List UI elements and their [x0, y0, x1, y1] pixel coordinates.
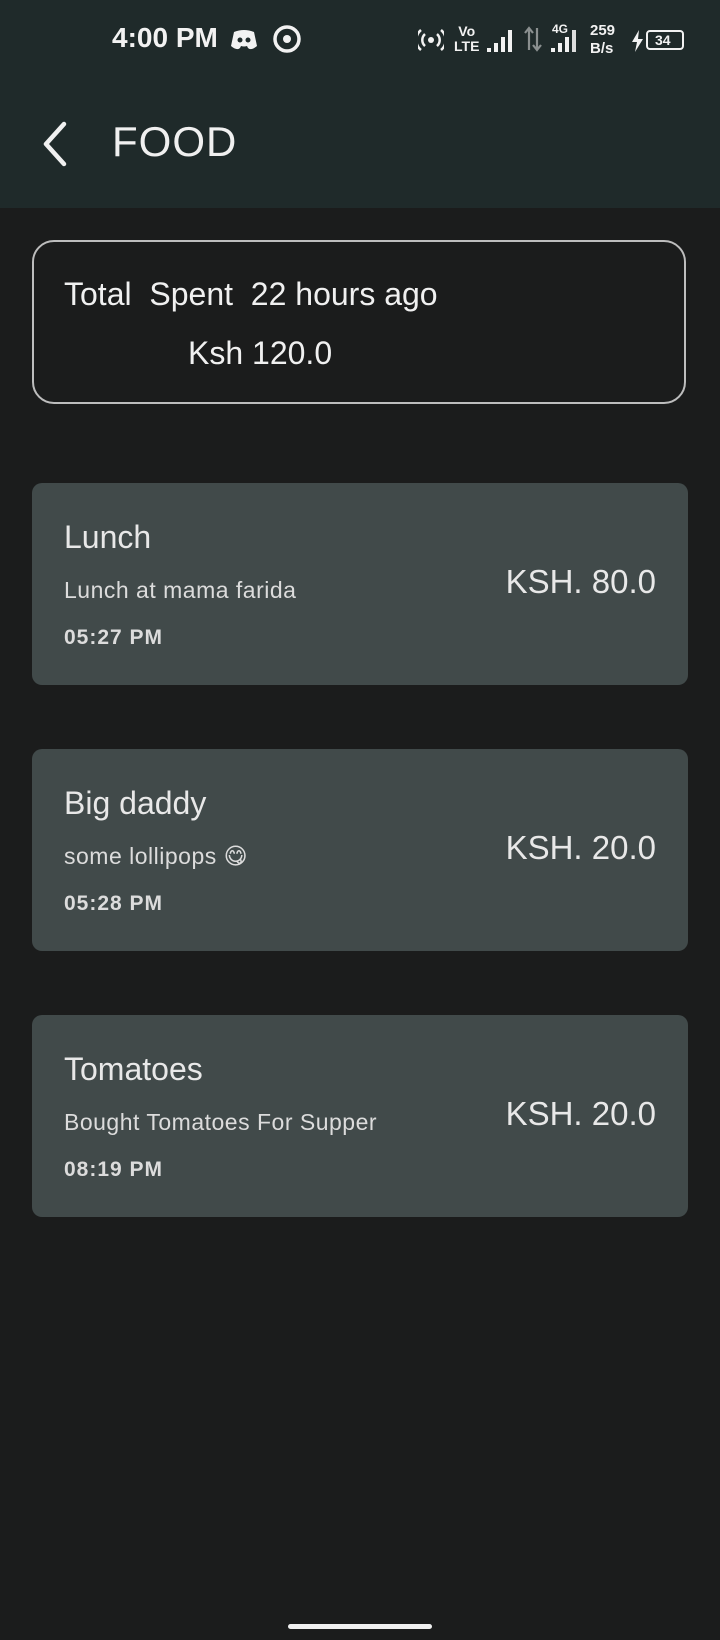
- signal-icon: [487, 30, 512, 52]
- total-spent-label: Total Spent 22 hours ago: [64, 276, 438, 312]
- battery-icon: 34: [646, 30, 684, 50]
- page-title: FOOD: [112, 118, 238, 165]
- battery-level: 34: [655, 32, 671, 48]
- expense-amount: KSH. 20.0: [505, 829, 656, 866]
- expense-item[interactable]: Big daddy some lollipops 😋 05:28 PM KSH.…: [32, 749, 688, 951]
- expense-title: Big daddy: [64, 785, 207, 821]
- expense-amount: KSH. 20.0: [505, 1095, 656, 1132]
- status-time: 4:00 PM: [112, 22, 218, 53]
- sync-icon: [273, 25, 301, 53]
- signal-icon: [551, 30, 576, 52]
- data-speed-value: 259: [590, 22, 616, 39]
- total-amount: Ksh 120.0: [188, 335, 333, 371]
- expense-description: Bought Tomatoes For Supper: [64, 1109, 378, 1135]
- hotspot-icon: [418, 29, 444, 51]
- data-speed-unit: B/s: [590, 40, 614, 57]
- home-indicator[interactable]: [288, 1624, 432, 1629]
- expense-description: some lollipops 😋: [64, 843, 249, 869]
- chevron-left-icon[interactable]: [36, 116, 76, 172]
- status-bar: 4:00 PM Vo LTE 4G 259 B/s 34: [0, 0, 720, 84]
- expense-description: Lunch at mama farida: [64, 577, 297, 603]
- expense-item[interactable]: Tomatoes Bought Tomatoes For Supper 08:1…: [32, 1015, 688, 1217]
- expense-time: 08:19 PM: [64, 1158, 164, 1181]
- total-summary-card: Total Spent 22 hours ago Ksh 120.0: [32, 240, 686, 404]
- discord-icon: [231, 30, 257, 50]
- expense-time: 05:27 PM: [64, 626, 164, 649]
- expense-amount: KSH. 80.0: [505, 563, 656, 600]
- expense-title: Tomatoes: [64, 1051, 203, 1087]
- expense-time: 05:28 PM: [64, 892, 164, 915]
- charging-icon: [632, 30, 643, 52]
- expense-item[interactable]: Lunch Lunch at mama farida 05:27 PM KSH.…: [32, 483, 688, 685]
- volte-label: Vo LTE: [454, 23, 480, 54]
- top-bar: 4:00 PM Vo LTE 4G 259 B/s 34 FOOD: [0, 0, 720, 208]
- data-arrows-icon: [524, 26, 542, 52]
- expense-title: Lunch: [64, 519, 152, 555]
